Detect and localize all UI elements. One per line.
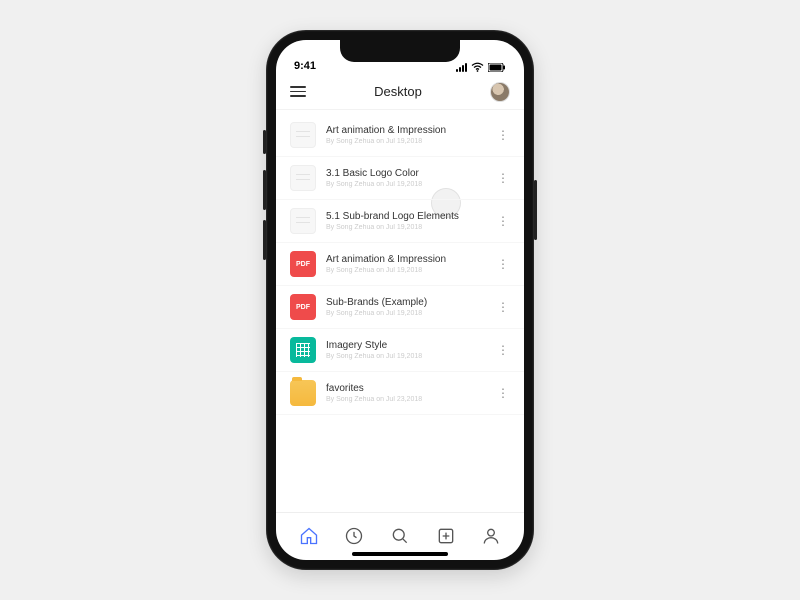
wifi-icon — [471, 62, 484, 72]
tab-home[interactable] — [294, 521, 324, 551]
more-button[interactable]: ⋮ — [496, 387, 510, 399]
more-button[interactable]: ⋮ — [496, 344, 510, 356]
folder-icon — [290, 380, 316, 406]
file-list[interactable]: Art animation & Impression By Song Zehua … — [276, 110, 524, 512]
avatar[interactable] — [490, 82, 510, 102]
tab-recent[interactable] — [339, 521, 369, 551]
tab-search[interactable] — [385, 521, 415, 551]
file-name: 3.1 Basic Logo Color — [326, 168, 486, 179]
doc-icon — [290, 208, 316, 234]
file-row[interactable]: 3.1 Basic Logo Color By Song Zehua on Jul… — [276, 157, 524, 200]
file-subtitle: By Song Zehua on Jul 19,2018 — [326, 138, 486, 145]
file-subtitle: By Song Zehua on Jul 19,2018 — [326, 224, 486, 231]
file-subtitle: By Song Zehua on Jul 19,2018 — [326, 267, 486, 274]
file-name: Art animation & Impression — [326, 125, 486, 136]
file-row[interactable]: 5.1 Sub-brand Logo Elements By Song Zehua… — [276, 200, 524, 243]
file-row[interactable]: Imagery Style By Song Zehua on Jul 19,201… — [276, 329, 524, 372]
battery-icon — [488, 63, 506, 72]
phone-frame: 9:41 Desktop Art animation & Impression B… — [266, 30, 534, 570]
doc-icon — [290, 165, 316, 191]
file-subtitle: By Song Zehua on Jul 19,2018 — [326, 310, 486, 317]
file-name: favorites — [326, 383, 486, 394]
profile-icon — [481, 526, 501, 546]
file-name: Sub-Brands (Example) — [326, 297, 486, 308]
tab-add[interactable] — [431, 521, 461, 551]
file-row[interactable]: PDF Art animation & Impression By Song Zeh… — [276, 243, 524, 286]
more-button[interactable]: ⋮ — [496, 172, 510, 184]
add-icon — [436, 526, 456, 546]
more-button[interactable]: ⋮ — [496, 129, 510, 141]
tab-profile[interactable] — [476, 521, 506, 551]
screen: 9:41 Desktop Art animation & Impression B… — [276, 40, 524, 560]
file-name: 5.1 Sub-brand Logo Elements — [326, 211, 486, 222]
file-row[interactable]: PDF Sub-Brands (Example) By Song Zehua on … — [276, 286, 524, 329]
sheet-icon — [290, 337, 316, 363]
signal-icon — [456, 63, 467, 72]
file-subtitle: By Song Zehua on Jul 23,2018 — [326, 396, 486, 403]
notch — [340, 40, 460, 62]
clock-icon — [344, 526, 364, 546]
file-row[interactable]: Art animation & Impression By Song Zehua … — [276, 114, 524, 157]
app-header: Desktop — [276, 74, 524, 110]
more-button[interactable]: ⋮ — [496, 258, 510, 270]
page-title: Desktop — [374, 84, 422, 99]
file-name: Imagery Style — [326, 340, 486, 351]
home-indicator[interactable] — [352, 552, 448, 556]
pdf-icon: PDF — [290, 294, 316, 320]
home-icon — [299, 526, 319, 546]
search-icon — [390, 526, 410, 546]
menu-button[interactable] — [290, 86, 306, 97]
file-name: Art animation & Impression — [326, 254, 486, 265]
file-row[interactable]: favorites By Song Zehua on Jul 23,2018 ⋮ — [276, 372, 524, 415]
file-subtitle: By Song Zehua on Jul 19,2018 — [326, 353, 486, 360]
more-button[interactable]: ⋮ — [496, 215, 510, 227]
more-button[interactable]: ⋮ — [496, 301, 510, 313]
doc-icon — [290, 122, 316, 148]
status-time: 9:41 — [294, 60, 316, 72]
file-subtitle: By Song Zehua on Jul 19,2018 — [326, 181, 486, 188]
pdf-icon: PDF — [290, 251, 316, 277]
